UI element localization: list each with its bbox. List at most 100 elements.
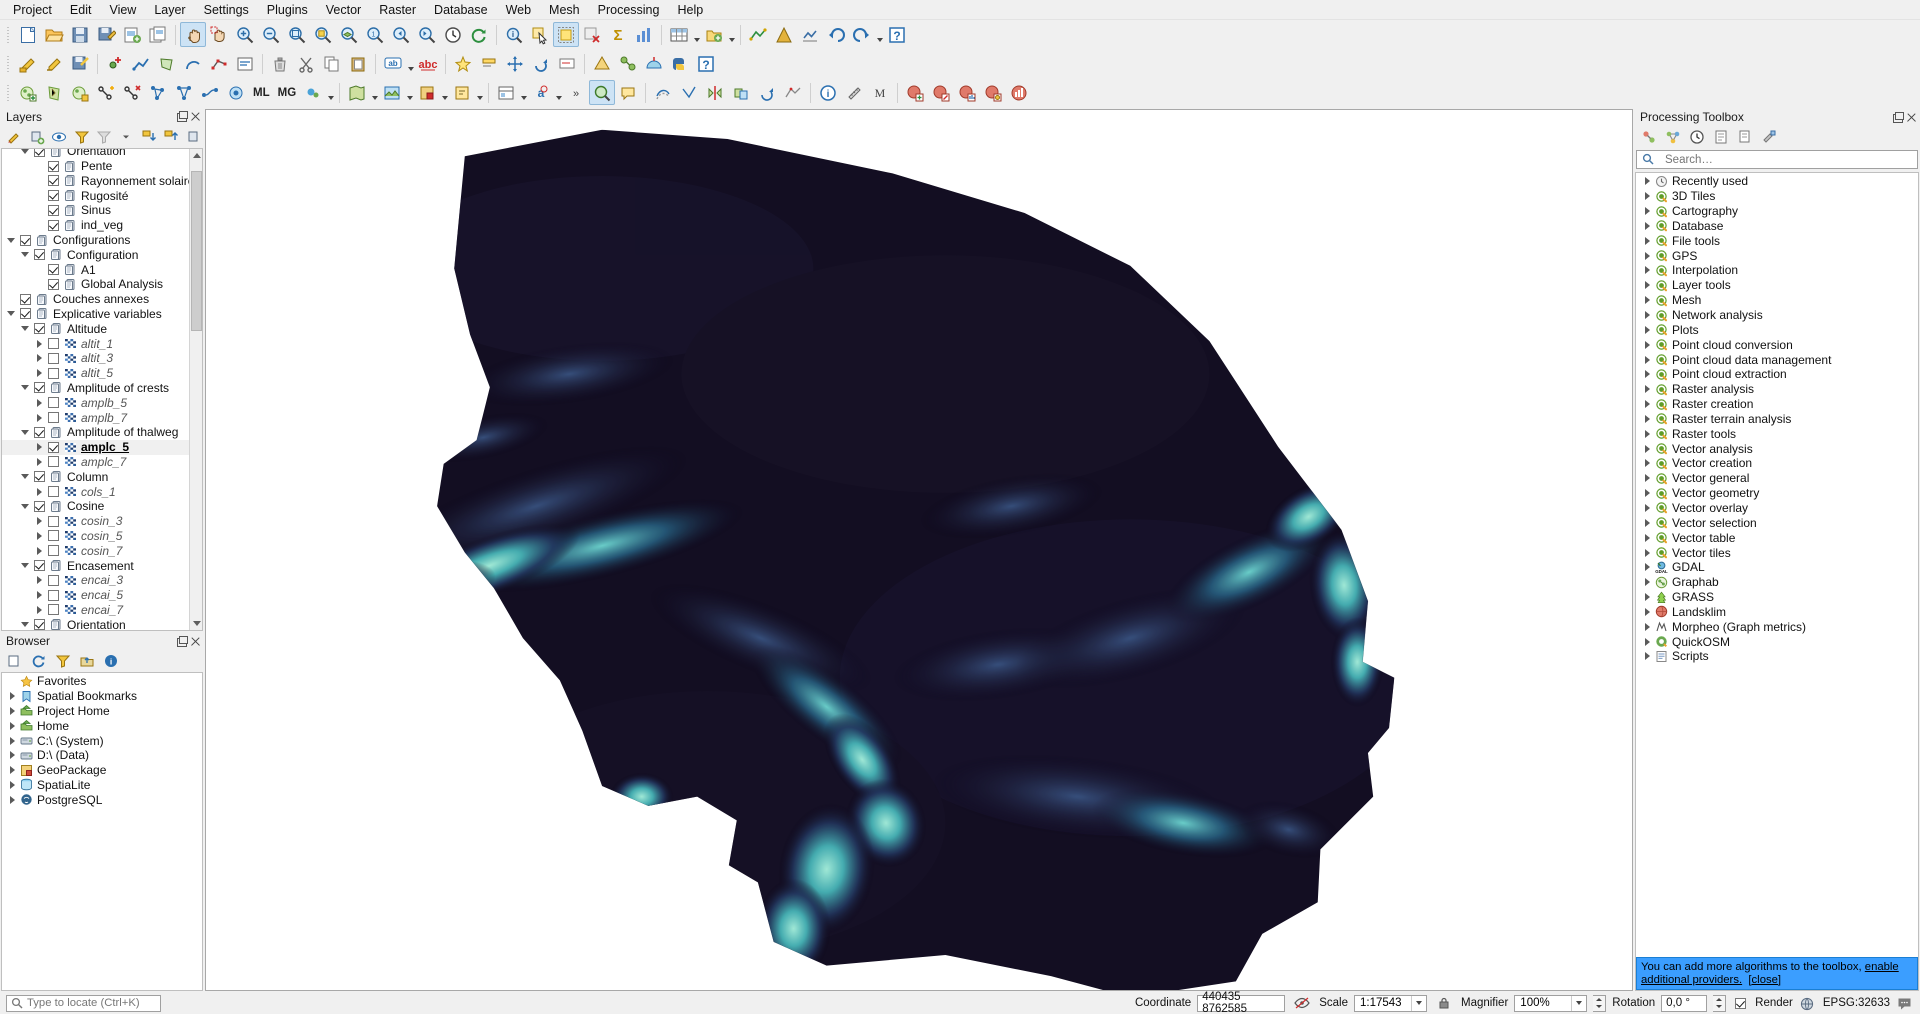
chevron-right-icon[interactable]	[33, 337, 45, 351]
chevron-right-icon[interactable]	[6, 704, 18, 718]
layer-tree-row[interactable]: A1	[2, 262, 189, 277]
add-raster-dropdown[interactable]	[405, 80, 414, 105]
chevron-right-icon[interactable]	[33, 440, 45, 454]
processing-provider-row[interactable]: Recently used	[1636, 174, 1918, 189]
menu-item-plugins[interactable]: Plugins	[258, 1, 317, 19]
graphab-create-project-icon[interactable]	[15, 80, 41, 105]
layer-visibility-checkbox[interactable]	[48, 442, 59, 453]
add-raster-layer-button[interactable]	[379, 80, 405, 105]
browser-tree[interactable]: FavoritesSpatial BookmarksProject HomeHo…	[2, 673, 202, 807]
chevron-down-icon[interactable]	[5, 233, 17, 247]
chevron-down-icon[interactable]	[19, 425, 31, 439]
layer-tree-row[interactable]: Amplitude of crests	[2, 381, 189, 396]
processing-provider-row[interactable]: QuickOSM	[1636, 634, 1918, 649]
graph-connectivity-icon[interactable]	[171, 80, 197, 105]
chevron-right-icon[interactable]	[1641, 486, 1653, 500]
save-project-button[interactable]	[67, 22, 93, 47]
layer-visibility-checkbox[interactable]	[48, 175, 59, 186]
toggle-editing-button[interactable]	[41, 51, 67, 76]
offset-curve-button[interactable]	[650, 80, 676, 105]
chevron-right-icon[interactable]	[33, 396, 45, 410]
chevron-right-icon[interactable]	[1641, 263, 1653, 277]
model-icon[interactable]	[1662, 127, 1684, 147]
landsklim-ball-3-icon[interactable]	[954, 80, 980, 105]
help-button[interactable]: ?	[693, 51, 719, 76]
layer-tree-row[interactable]: Global Analysis	[2, 277, 189, 292]
chevron-right-icon[interactable]	[1641, 575, 1653, 589]
close-icon[interactable]	[190, 111, 201, 122]
graph-create-icon[interactable]	[93, 80, 119, 105]
layer-tree-row[interactable]: Couches annexes	[2, 292, 189, 307]
chevron-down-icon[interactable]	[1411, 996, 1426, 1011]
add-circular-string-button[interactable]	[180, 51, 206, 76]
chevron-right-icon[interactable]	[33, 411, 45, 425]
processing-provider-row[interactable]: Morpheo (Graph metrics)	[1636, 619, 1918, 634]
select-by-expression-button[interactable]: a	[528, 80, 554, 105]
layer-tree-row[interactable]: amplc_7	[2, 455, 189, 470]
processing-provider-row[interactable]: Landsklim	[1636, 604, 1918, 619]
layer-visibility-checkbox[interactable]	[20, 294, 31, 305]
temporal-controller-button[interactable]	[440, 22, 466, 47]
layer-tree-row[interactable]: Cosine	[2, 499, 189, 514]
layer-visibility-checkbox[interactable]	[48, 161, 59, 172]
show-hide-labels-button[interactable]	[476, 51, 502, 76]
chevron-right-icon[interactable]	[1641, 560, 1653, 574]
layer-visibility-checkbox[interactable]	[34, 382, 45, 393]
layer-visibility-checkbox[interactable]	[34, 323, 45, 334]
chevron-down-icon[interactable]	[5, 307, 17, 321]
scroll-down-arrow[interactable]	[190, 617, 203, 630]
layer-visibility-checkbox[interactable]	[48, 545, 59, 556]
mg-toolbar-label[interactable]: MG	[274, 87, 301, 99]
layer-visibility-checkbox[interactable]	[48, 456, 59, 467]
split-features-button[interactable]	[702, 80, 728, 105]
chevron-right-icon[interactable]	[33, 351, 45, 365]
show-presets-icon[interactable]	[49, 127, 69, 147]
magnifier-value[interactable]: 100%	[1515, 997, 1571, 1009]
layer-visibility-checkbox[interactable]	[20, 308, 31, 319]
magnifier-combo[interactable]: 100%	[1514, 995, 1587, 1012]
open-data-source-manager-button[interactable]	[493, 80, 519, 105]
browser-tree-container[interactable]: FavoritesSpatial BookmarksProject HomeHo…	[1, 672, 203, 991]
layer-tree-row[interactable]: Orientation	[2, 148, 189, 159]
layer-tree-row[interactable]: amplb_7	[2, 410, 189, 425]
new-3d-map-view-button[interactable]	[797, 22, 823, 47]
chevron-right-icon[interactable]	[1641, 620, 1653, 634]
layer-visibility-checkbox[interactable]	[20, 235, 31, 246]
remove-layer-icon[interactable]	[184, 127, 204, 147]
landsklim-ball-4-icon[interactable]	[980, 80, 1006, 105]
processing-provider-row[interactable]: Plots	[1636, 322, 1918, 337]
add-polygon-feature-button[interactable]	[154, 51, 180, 76]
new-geopackage-layer-button[interactable]	[414, 80, 440, 105]
browser-tree-row[interactable]: D:\ (Data)	[2, 748, 202, 763]
merge-features-button[interactable]	[728, 80, 754, 105]
menu-item-layer[interactable]: Layer	[145, 1, 194, 19]
processing-provider-row[interactable]: File tools	[1636, 233, 1918, 248]
add-script-icon[interactable]	[1734, 127, 1756, 147]
layer-visibility-checkbox[interactable]	[48, 220, 59, 231]
chevron-down-icon[interactable]	[116, 127, 136, 147]
render-checkbox[interactable]	[1735, 998, 1746, 1009]
layer-tree-row[interactable]: altit_1	[2, 336, 189, 351]
processing-provider-row[interactable]: Network analysis	[1636, 308, 1918, 323]
chevron-right-icon[interactable]	[33, 588, 45, 602]
add-group-icon[interactable]	[26, 127, 46, 147]
expand-all-icon[interactable]	[139, 127, 159, 147]
menu-item-web[interactable]: Web	[497, 1, 540, 19]
graph-path-icon[interactable]	[197, 80, 223, 105]
filter-legend-expression-icon[interactable]	[94, 127, 114, 147]
layout-manager-button[interactable]	[145, 22, 171, 47]
add-selected-layers-icon[interactable]	[4, 651, 26, 671]
styling-dock-icon[interactable]	[4, 127, 24, 147]
chevron-right-icon[interactable]	[1641, 174, 1653, 188]
processing-provider-row[interactable]: Raster terrain analysis	[1636, 412, 1918, 427]
chevron-right-icon[interactable]	[33, 529, 45, 543]
add-vector-layer-button[interactable]	[344, 80, 370, 105]
chevron-right-icon[interactable]	[1641, 412, 1653, 426]
layer-visibility-checkbox[interactable]	[48, 604, 59, 615]
processing-provider-row[interactable]: GDALGDAL	[1636, 560, 1918, 575]
layer-visibility-checkbox[interactable]	[34, 619, 45, 630]
chevron-right-icon[interactable]	[6, 778, 18, 792]
processing-provider-row[interactable]: Point cloud conversion	[1636, 337, 1918, 352]
collapse-all-icon[interactable]	[161, 127, 181, 147]
chevron-right-icon[interactable]	[1641, 471, 1653, 485]
